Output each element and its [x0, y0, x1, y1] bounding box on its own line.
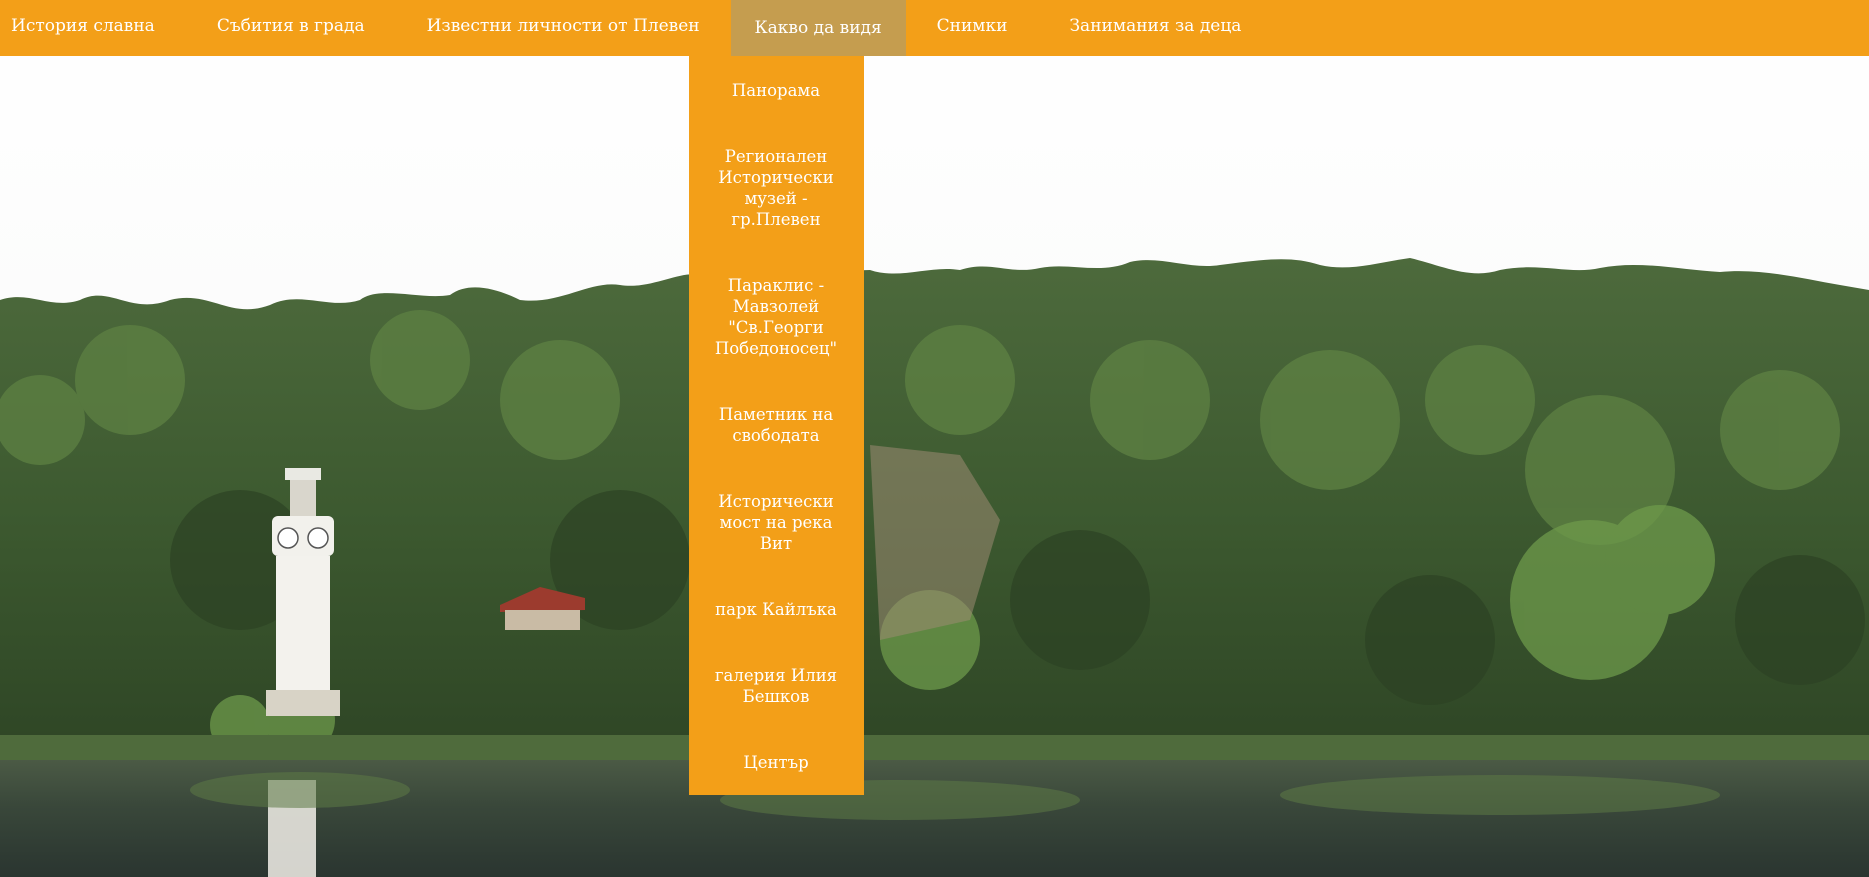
- nav-item-what-to-see[interactable]: Какво да видя: [730, 0, 906, 56]
- nav-item-history[interactable]: История славна: [0, 0, 186, 52]
- top-navigation: История славна Събития в града Известни …: [0, 0, 1869, 56]
- dropdown-item-beshkov-gallery[interactable]: галерия Илия Бешков: [706, 665, 846, 707]
- what-to-see-dropdown-menu: Панорама Регионален Исторически музей - …: [689, 56, 864, 795]
- nav-item-famous-people[interactable]: Известни личности от Плевен: [396, 0, 731, 52]
- hero-background-photo: [0, 0, 1869, 877]
- nav-item-photos[interactable]: Снимки: [906, 0, 1039, 52]
- dropdown-item-center[interactable]: Център: [706, 752, 846, 773]
- nav-item-events[interactable]: Събития в града: [186, 0, 396, 52]
- nav-item-kids-activities[interactable]: Занимания за деца: [1038, 0, 1272, 52]
- dropdown-item-regional-museum[interactable]: Регионален Исторически музей - гр.Плевен: [706, 146, 846, 230]
- dropdown-item-freedom-monument[interactable]: Паметник на свободата: [706, 404, 846, 446]
- dropdown-item-panorama[interactable]: Панорама: [706, 80, 846, 101]
- dropdown-item-historic-bridge[interactable]: Исторически мост на река Вит: [706, 491, 846, 554]
- dropdown-item-kaylaka-park[interactable]: парк Кайлъка: [706, 599, 846, 620]
- page: История славна Събития в града Известни …: [0, 0, 1869, 877]
- dropdown-item-mausoleum[interactable]: Параклис - Мавзолей "Св.Георги Победонос…: [706, 275, 846, 359]
